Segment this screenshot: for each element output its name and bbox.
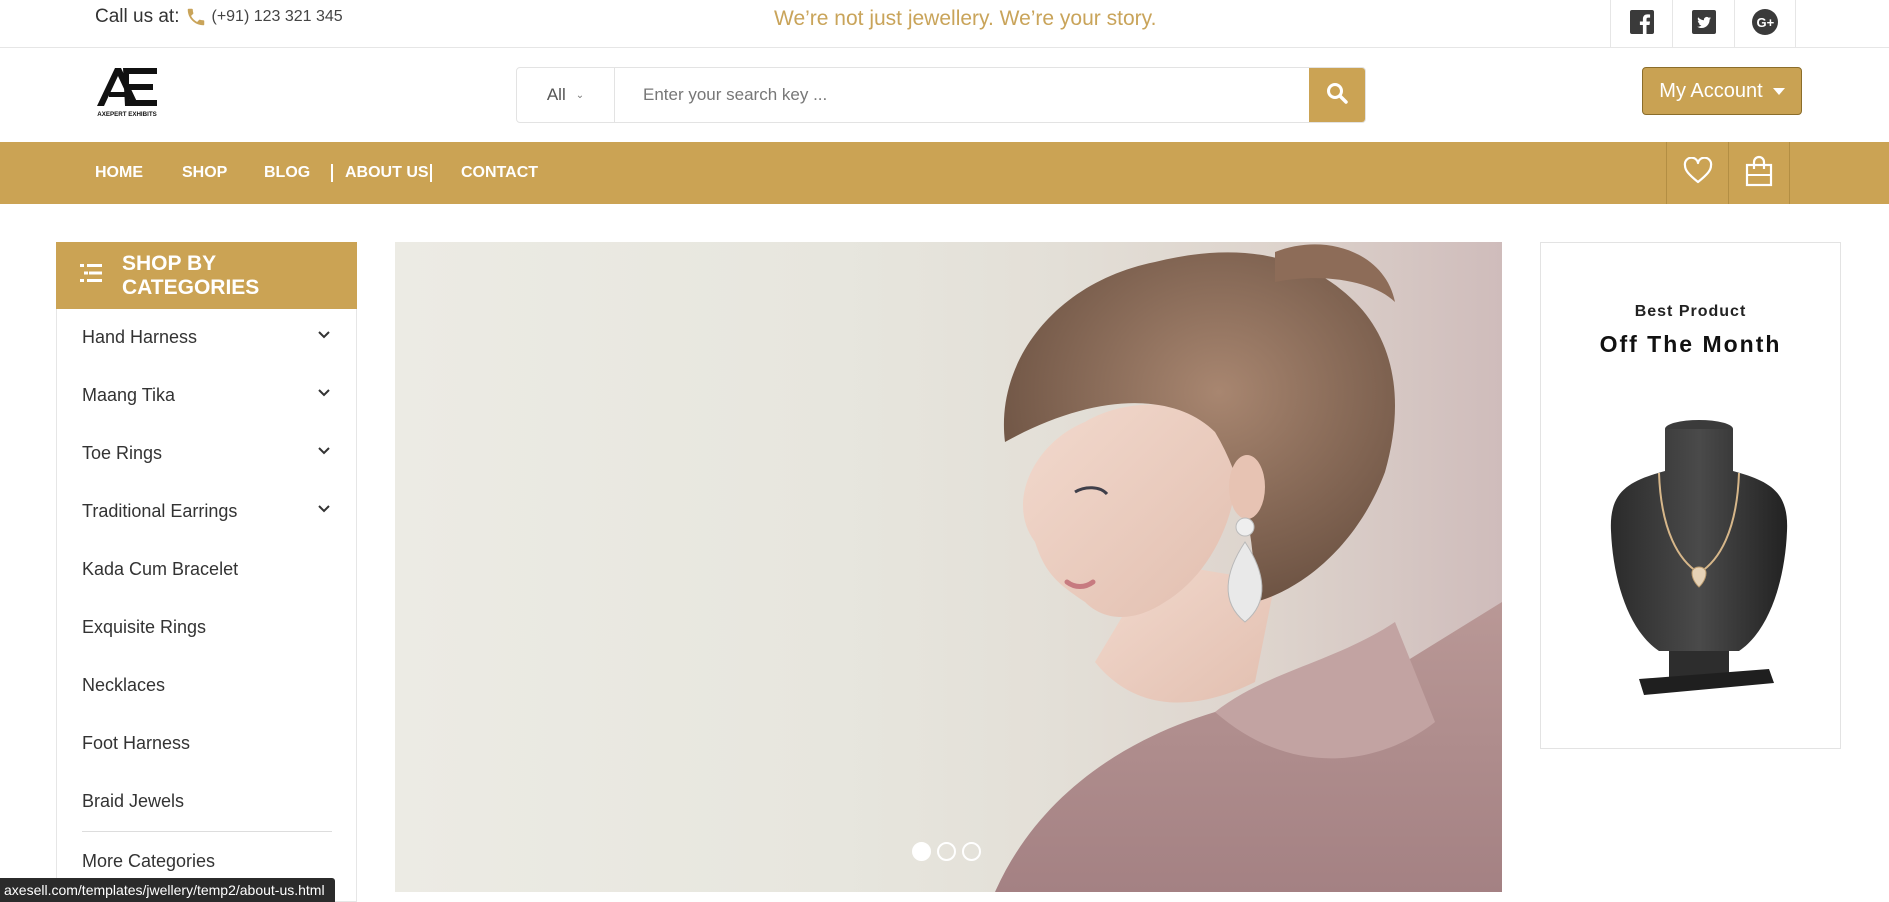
search-category-select[interactable]: All ⌄ (517, 68, 615, 122)
category-item[interactable]: Braid Jewels (82, 772, 332, 830)
my-account-button[interactable]: My Account (1642, 67, 1802, 115)
category-item[interactable]: Maang Tika (82, 366, 332, 424)
chevron-down-icon[interactable] (318, 331, 330, 343)
cart-button[interactable] (1728, 142, 1790, 204)
category-item[interactable]: Exquisite Rings (82, 598, 332, 656)
nav-divider (331, 164, 333, 182)
site-logo[interactable]: AXEPERT EXHIBITS (95, 64, 159, 118)
more-categories-label: More Categories (82, 850, 216, 871)
slider-dot[interactable] (937, 842, 956, 861)
tagline: We’re not just jewellery. We’re your sto… (774, 7, 1157, 30)
nav-about-us[interactable]: ABOUT US (345, 142, 429, 204)
chevron-down-icon[interactable] (318, 389, 330, 401)
google-plus-icon: G+ (1752, 8, 1778, 40)
necklace-image (1599, 411, 1799, 711)
phone-number[interactable]: (+91) 123 321 345 (211, 8, 342, 26)
category-label: Toe Rings (82, 442, 163, 463)
category-item[interactable]: Foot Harness (82, 714, 332, 772)
category-item[interactable]: Kada Cum Bracelet (82, 540, 332, 598)
slider-dot[interactable] (912, 842, 931, 861)
promo-subtitle: Best Product (1634, 303, 1747, 320)
category-label: Exquisite Rings (82, 616, 207, 637)
category-label: Necklaces (82, 674, 166, 695)
main-nav: HOME SHOP BLOG ABOUT US CONTACT (0, 142, 1889, 204)
phone-icon (185, 6, 207, 28)
category-item[interactable]: Toe Rings (82, 424, 332, 482)
facebook-icon (1629, 9, 1654, 39)
slider-dots (912, 842, 981, 861)
category-label: Traditional Earrings (82, 500, 238, 521)
my-account-label: My Account (1659, 79, 1763, 102)
category-item[interactable]: Traditional Earrings (82, 482, 332, 540)
category-label: Kada Cum Bracelet (82, 558, 239, 579)
status-bar-url: axesell.com/templates/jwellery/temp2/abo… (0, 878, 335, 902)
slider-dot[interactable] (962, 842, 981, 861)
nav-blog[interactable]: BLOG (264, 142, 310, 204)
search-button[interactable] (1309, 68, 1365, 122)
hero-slider[interactable] (395, 242, 1502, 892)
category-label: Foot Harness (82, 732, 191, 753)
twitter-link[interactable] (1672, 0, 1734, 48)
chevron-down-icon[interactable] (318, 505, 330, 517)
logo-text: AXEPERT EXHIBITS (97, 111, 156, 118)
facebook-link[interactable] (1610, 0, 1672, 48)
search-bar: All ⌄ (516, 67, 1366, 123)
category-label: Maang Tika (82, 384, 176, 405)
twitter-icon (1691, 9, 1716, 39)
sidebar-title: SHOP BY CATEGORIES (122, 251, 260, 299)
category-label: Hand Harness (82, 326, 198, 347)
sidebar-header[interactable]: SHOP BY CATEGORIES (56, 242, 357, 309)
chevron-down-icon[interactable] (318, 447, 330, 459)
nav-home[interactable]: HOME (95, 142, 143, 204)
category-label: Braid Jewels (82, 790, 185, 811)
call-label: Call us at: (95, 6, 180, 27)
search-icon (1325, 81, 1349, 110)
list-icon (80, 263, 102, 288)
shopping-bag-icon (1744, 155, 1774, 192)
google-plus-link[interactable]: G+ (1734, 0, 1796, 48)
heart-icon (1683, 156, 1713, 190)
search-category-value: All (546, 85, 566, 104)
promo-banner[interactable]: Best Product Off The Month (1540, 242, 1841, 749)
caret-down-icon (1772, 87, 1785, 95)
top-bar: Call us at: (+91) 123 321 345 We’re not … (0, 0, 1889, 48)
category-item[interactable]: Necklaces (82, 656, 332, 714)
chevron-down-icon: ⌄ (575, 89, 585, 101)
call-us: Call us at: (+91) 123 321 345 (95, 6, 343, 28)
nav-contact[interactable]: CONTACT (461, 142, 538, 204)
search-input[interactable] (615, 68, 1309, 122)
wishlist-button[interactable] (1666, 142, 1728, 204)
promo-title: Off The Month (1599, 331, 1782, 357)
nav-shop[interactable]: SHOP (182, 142, 227, 204)
nav-divider (430, 164, 432, 182)
svg-text:G+: G+ (1757, 15, 1775, 30)
hero-image (995, 244, 1502, 892)
category-item[interactable]: Hand Harness (82, 308, 332, 366)
